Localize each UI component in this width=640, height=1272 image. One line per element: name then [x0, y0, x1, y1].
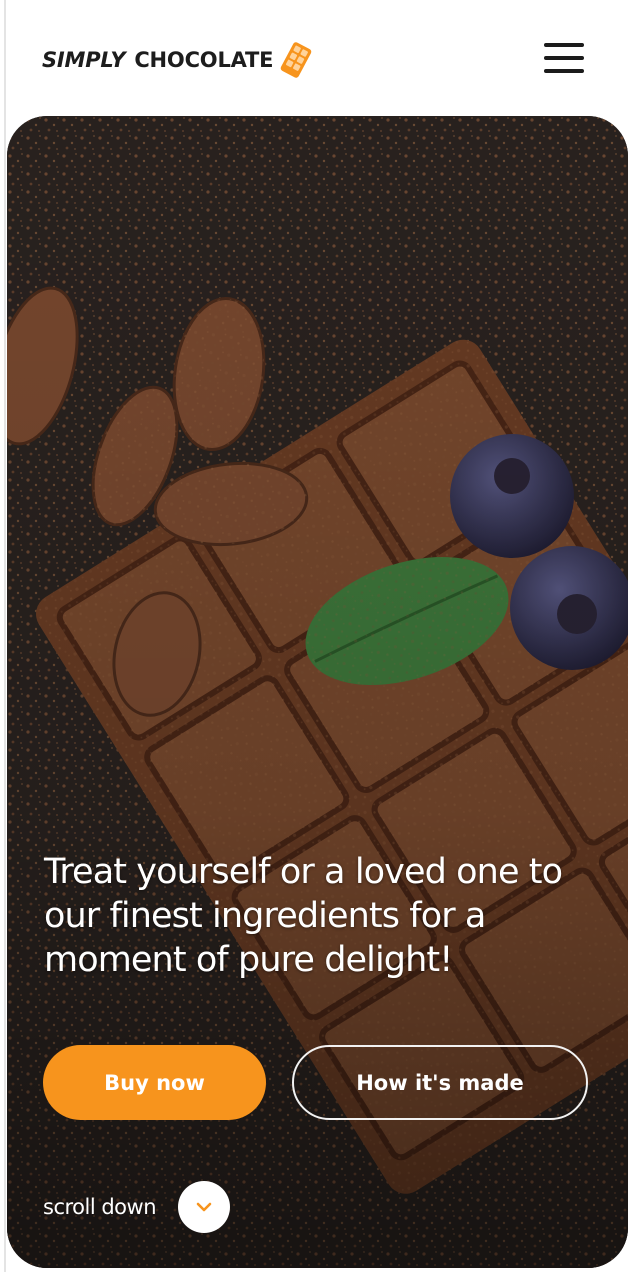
menu-bar-line: [544, 43, 584, 47]
logo-text: SIMPLY CHOCOLATE: [42, 48, 274, 72]
logo[interactable]: SIMPLY CHOCOLATE: [42, 40, 313, 80]
hamburger-menu-icon[interactable]: [542, 40, 586, 76]
buy-now-button[interactable]: Buy now: [43, 1045, 266, 1120]
menu-bar-line: [544, 69, 584, 73]
scroll-down-label: scroll down: [43, 1195, 157, 1219]
chevron-down-icon: [196, 1202, 212, 1212]
scroll-down-button[interactable]: [178, 1181, 231, 1233]
logo-word-simply: SIMPLY: [42, 48, 126, 72]
chocolate-bar-icon: [281, 42, 312, 78]
site-header: SIMPLY CHOCOLATE: [0, 0, 640, 116]
hero-title: Treat yourself or a loved one to our fin…: [44, 852, 563, 980]
page: SIMPLY CHOCOLATE Treat yourself or a lov…: [0, 0, 640, 1272]
hero-section: Treat yourself or a loved one to our fin…: [7, 116, 628, 1268]
logo-word-chocolate: CHOCOLATE: [134, 48, 274, 72]
scroll-down-control[interactable]: scroll down: [43, 1180, 231, 1234]
how-its-made-button[interactable]: How it's made: [292, 1045, 588, 1120]
menu-bar-line: [544, 56, 584, 60]
left-edge-rule: [4, 0, 6, 1272]
